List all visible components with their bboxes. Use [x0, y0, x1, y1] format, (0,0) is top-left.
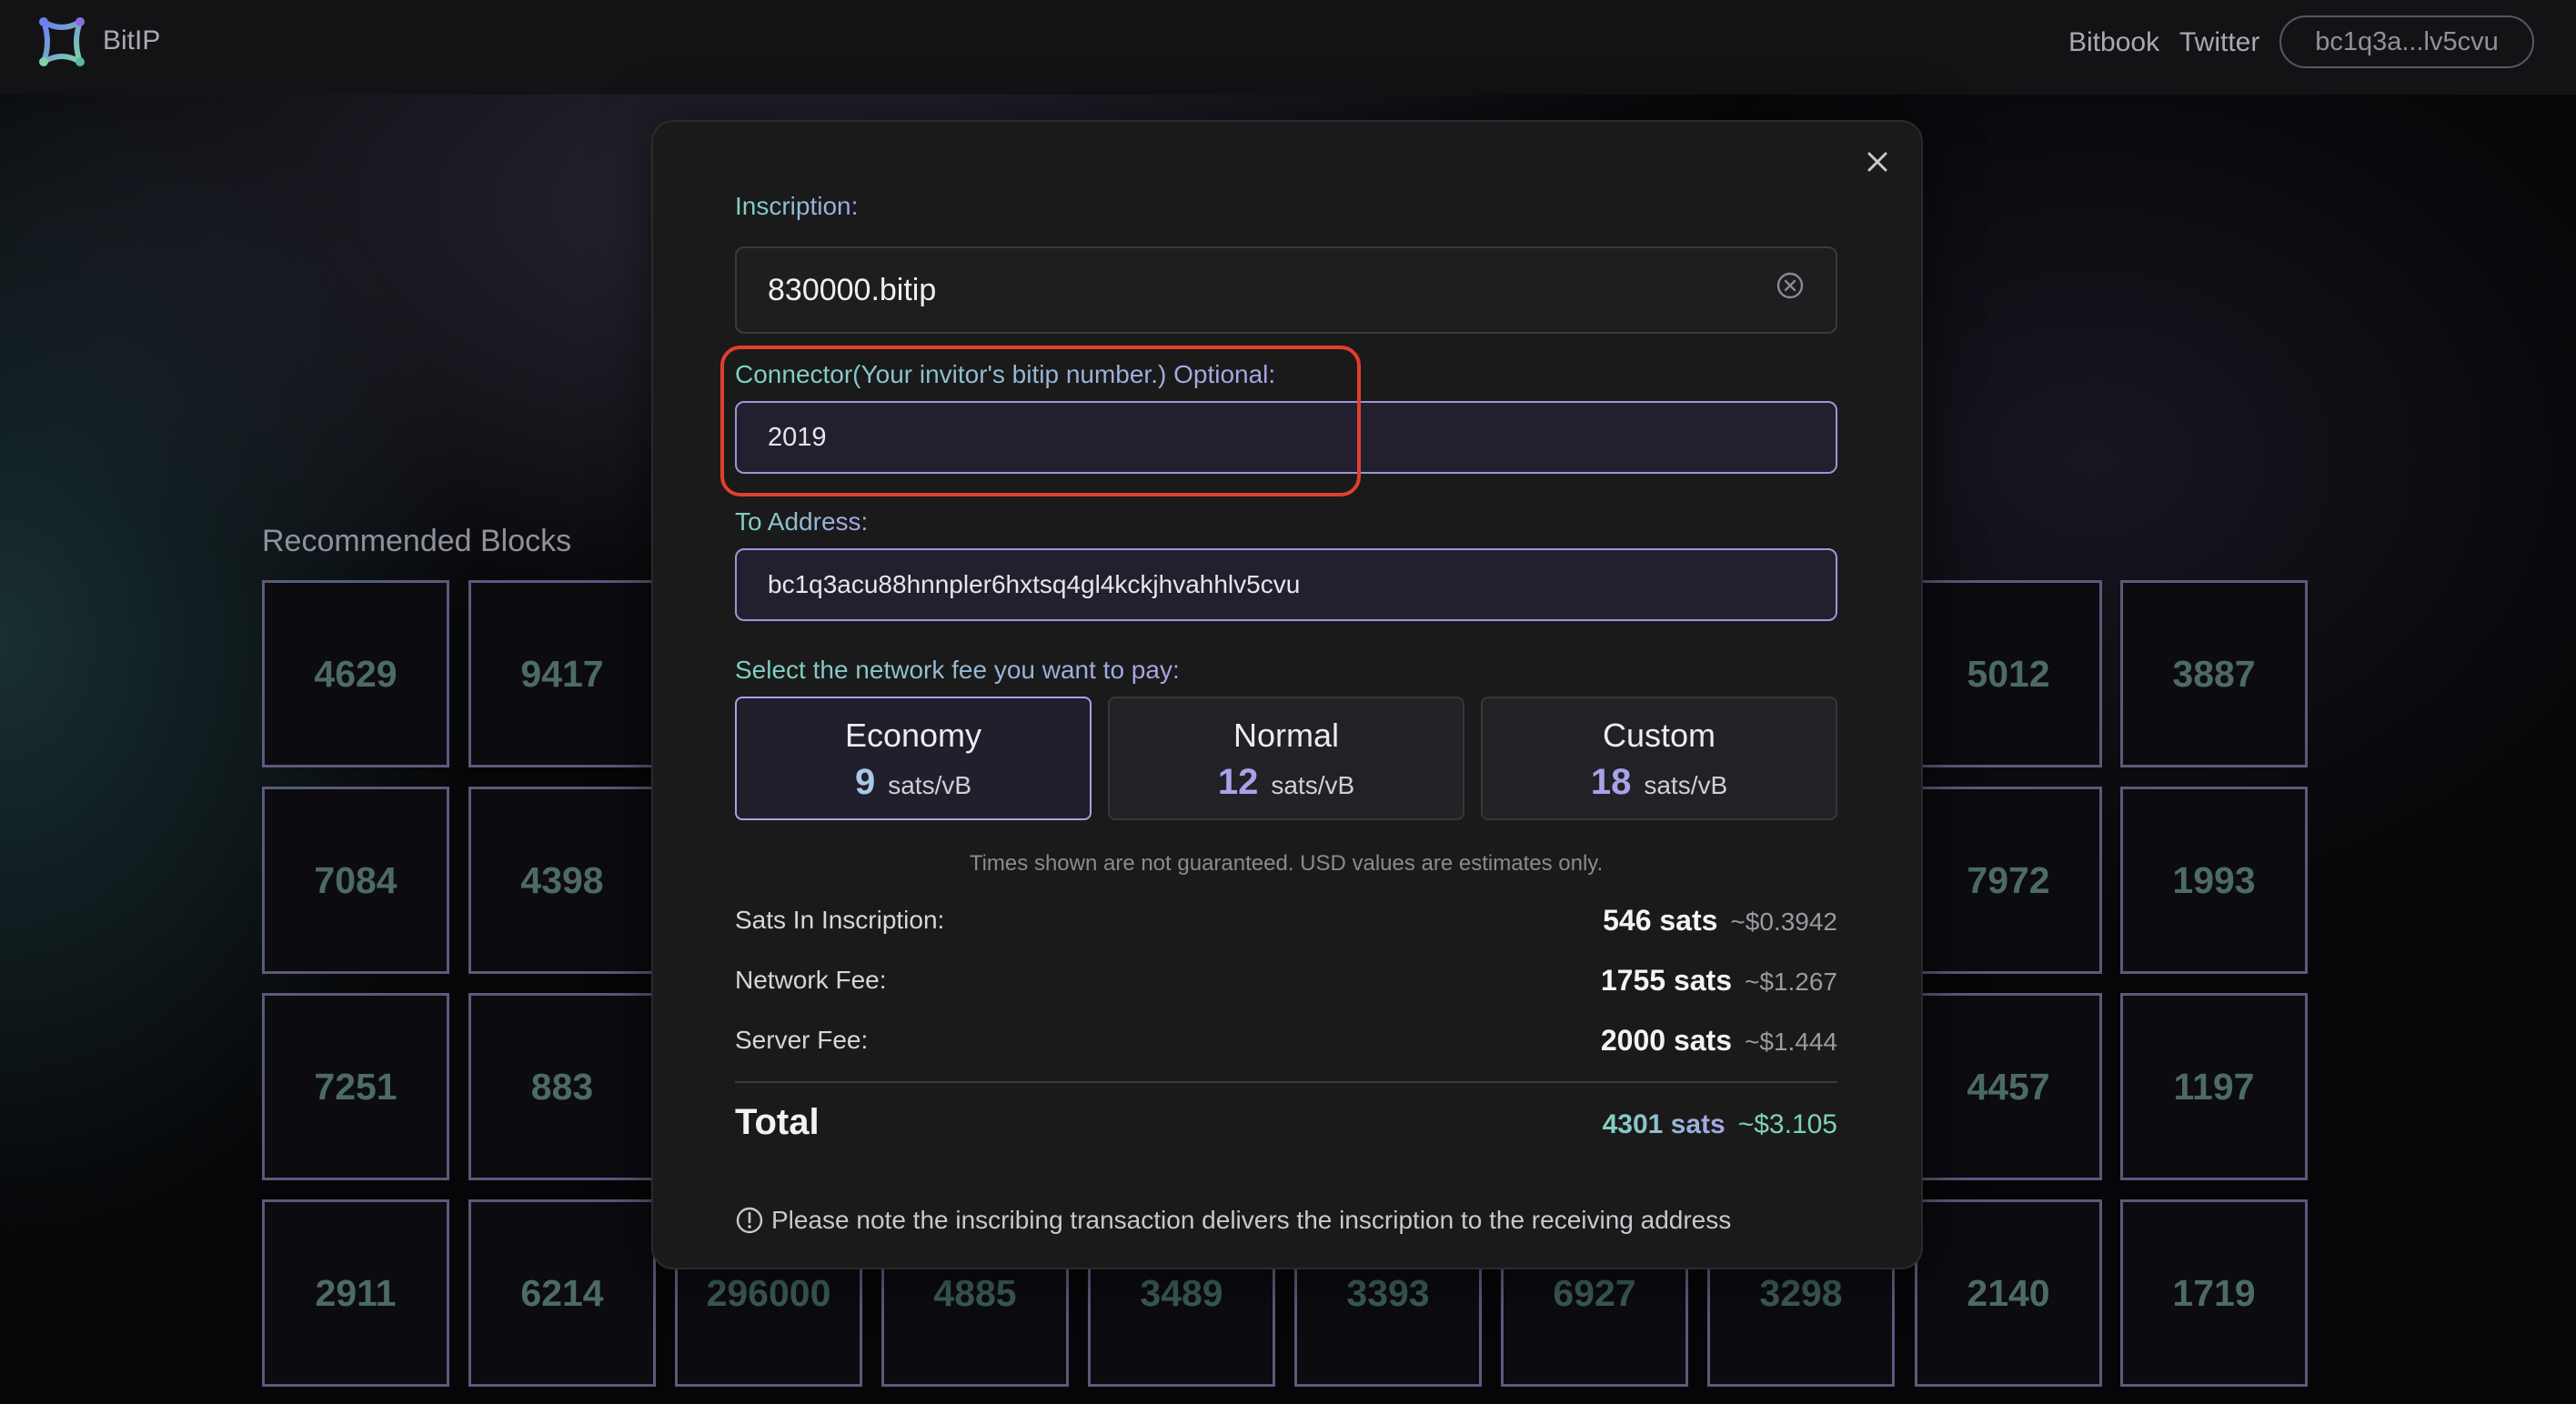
inscription-label: Inscription:: [735, 192, 859, 220]
bitip-logo-icon[interactable]: [33, 13, 91, 71]
total-value: 4301 sats ~$3.105: [1603, 1109, 1837, 1140]
cost-sats: 1755 sats: [1600, 964, 1732, 997]
block-cell[interactable]: 9417: [468, 580, 656, 767]
block-cell[interactable]: 5012: [1915, 580, 2102, 767]
top-navigation-bar: BitIP Bitbook Twitter bc1q3a...lv5cvu: [0, 0, 2576, 95]
fee-option-custom[interactable]: Custom 18 sats/vB: [1481, 697, 1837, 820]
block-cell[interactable]: 1719: [2120, 1199, 2308, 1387]
block-cell[interactable]: 7251: [262, 993, 449, 1180]
network-fee-label: Select the network fee you want to pay:: [735, 656, 1180, 684]
block-cell[interactable]: 1197: [2120, 993, 2308, 1180]
fee-option-name: Economy: [844, 717, 982, 754]
cost-value: 546 sats ~$0.3942: [1603, 904, 1837, 938]
cost-value: 2000 sats ~$1.444: [1601, 1024, 1837, 1058]
cost-label: Network Fee:: [735, 966, 887, 994]
total-usd: ~$3.105: [1737, 1109, 1837, 1139]
cost-label: Server Fee:: [735, 1026, 869, 1054]
fee-rate-value: 9: [854, 762, 876, 802]
warning-text: Please note the inscribing transaction d…: [771, 1206, 1732, 1234]
section-title: Recommended Blocks: [262, 524, 572, 558]
highlight-annotation: [720, 346, 1361, 496]
block-cell[interactable]: 3887: [2120, 580, 2308, 767]
total-label: Total: [735, 1102, 820, 1142]
block-cell[interactable]: 883: [468, 993, 656, 1180]
cost-usd: ~$1.267: [1745, 968, 1837, 996]
fee-option-rate: 18 sats/vB: [1483, 762, 1836, 803]
block-cell[interactable]: 2140: [1915, 1199, 2102, 1387]
block-cell[interactable]: 7084: [262, 787, 449, 974]
fee-rate-unit: sats/vB: [1271, 771, 1355, 799]
cost-sats: 2000 sats: [1600, 1024, 1732, 1057]
total-sats: 4301 sats: [1602, 1109, 1726, 1139]
to-address-input[interactable]: bc1q3acu88hnnpler6hxtsq4gl4kckjhvahhlv5c…: [735, 548, 1837, 621]
clear-input-icon[interactable]: [1776, 271, 1805, 300]
block-cell[interactable]: 7972: [1915, 787, 2102, 974]
fee-option-rate: 9 sats/vB: [737, 762, 1090, 803]
fee-option-name: Normal: [1233, 717, 1339, 754]
fee-option-name: Custom: [1602, 717, 1716, 754]
info-icon: [736, 1207, 763, 1234]
block-cell[interactable]: 4629: [262, 580, 449, 767]
fee-rate-unit: sats/vB: [1644, 771, 1728, 799]
nav-link-twitter[interactable]: Twitter: [2179, 27, 2259, 58]
to-address-label: To Address:: [735, 507, 869, 536]
fee-option-rate: 12 sats/vB: [1110, 762, 1463, 803]
block-cell[interactable]: 4398: [468, 787, 656, 974]
block-cell[interactable]: 4457: [1915, 993, 2102, 1180]
cost-label: Sats In Inscription:: [735, 906, 945, 934]
block-cell[interactable]: 1993: [2120, 787, 2308, 974]
block-cell[interactable]: 6214: [468, 1199, 656, 1387]
fee-option-economy[interactable]: Economy 9 sats/vB: [735, 697, 1092, 820]
nav-link-bitbook[interactable]: Bitbook: [2068, 27, 2159, 58]
fee-rate-unit: sats/vB: [888, 771, 972, 799]
divider: [735, 1081, 1837, 1083]
inscription-input[interactable]: 830000.bitip: [735, 246, 1837, 334]
cost-value: 1755 sats ~$1.267: [1601, 964, 1837, 998]
disclaimer-text: Times shown are not guaranteed. USD valu…: [969, 851, 1604, 876]
fee-rate-value: 12: [1217, 762, 1259, 802]
cost-sats: 546 sats: [1603, 904, 1718, 937]
fee-option-normal[interactable]: Normal 12 sats/vB: [1108, 697, 1464, 820]
app-name[interactable]: BitIP: [103, 25, 160, 56]
fee-rate-value: 18: [1590, 762, 1632, 802]
cost-usd: ~$1.444: [1745, 1028, 1837, 1056]
cost-usd: ~$0.3942: [1730, 908, 1837, 936]
block-cell[interactable]: 2911: [262, 1199, 449, 1387]
wallet-address-button[interactable]: bc1q3a...lv5cvu: [2279, 15, 2534, 68]
close-icon[interactable]: [1861, 145, 1894, 178]
